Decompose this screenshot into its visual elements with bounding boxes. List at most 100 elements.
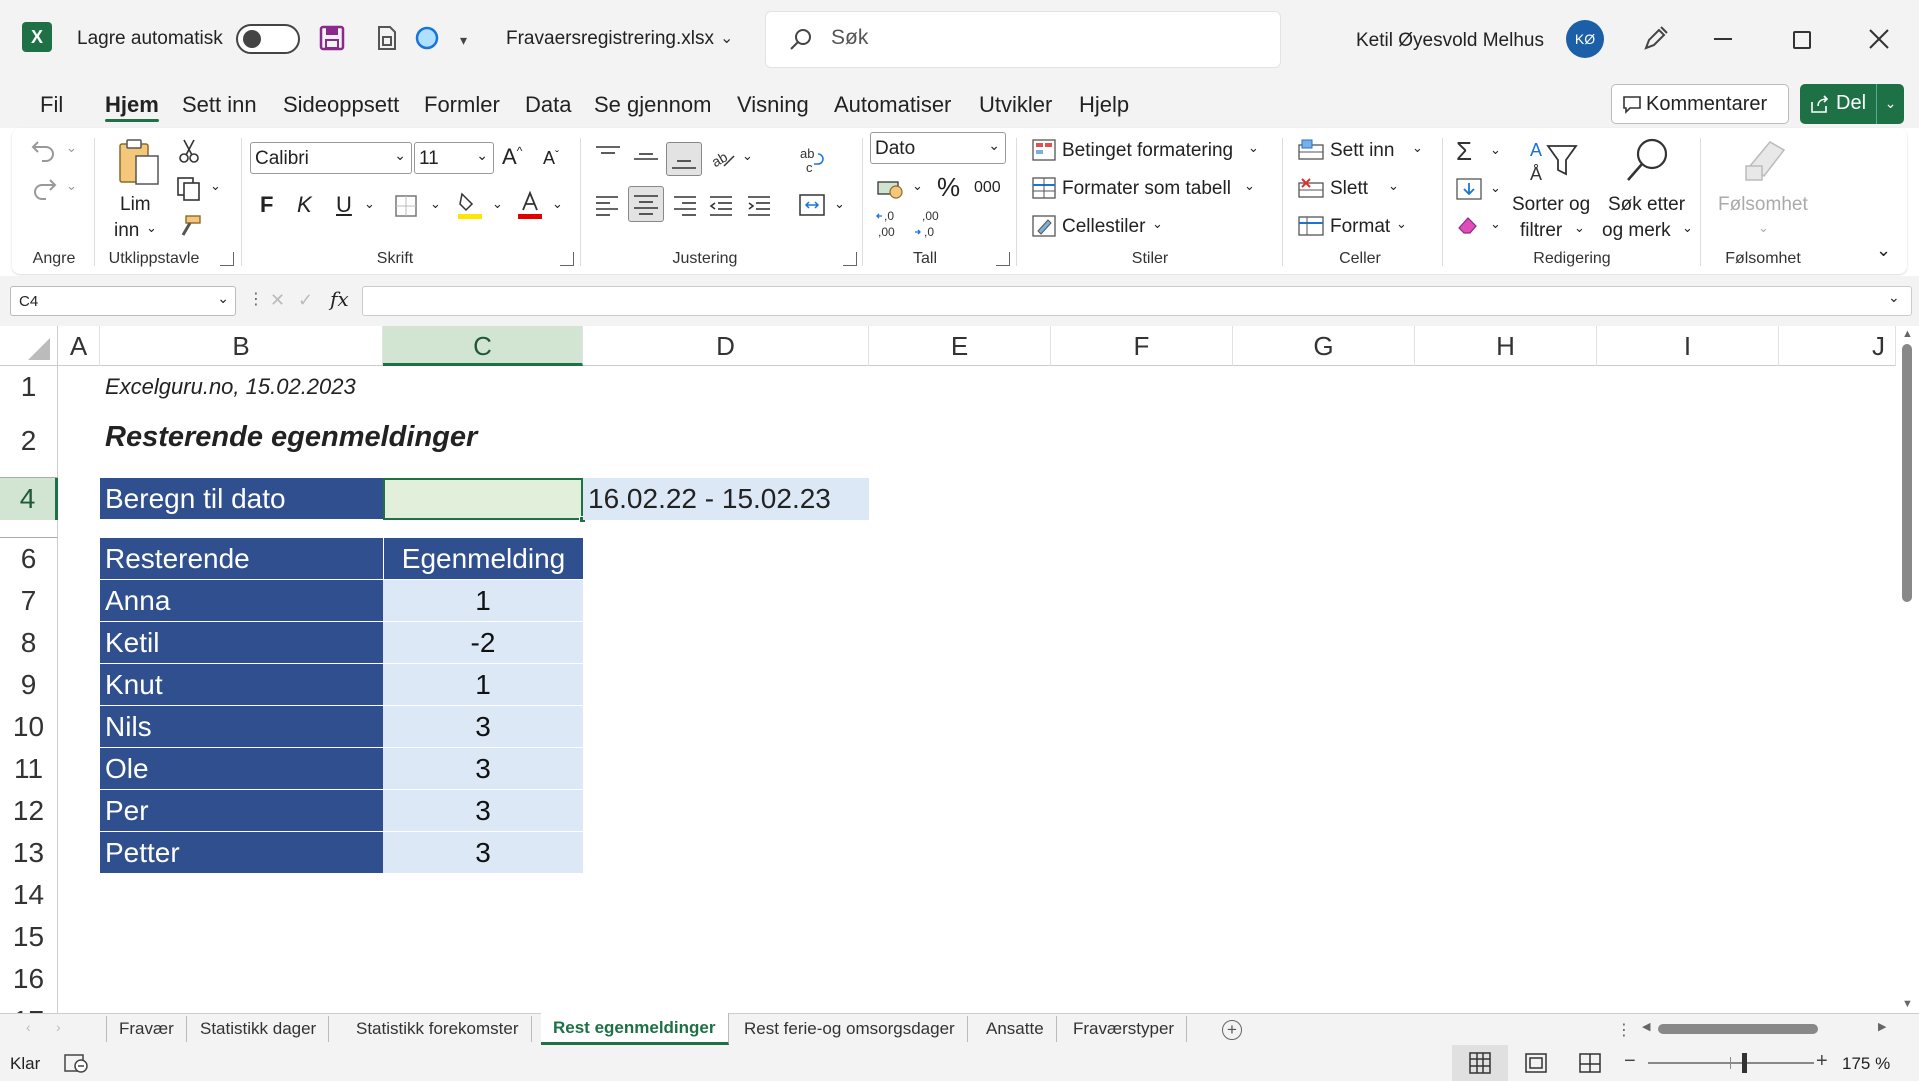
row-header-2[interactable]: 2 — [0, 408, 58, 460]
tab-visning[interactable]: Visning — [737, 92, 809, 118]
table-row-value[interactable]: 1 — [383, 664, 583, 706]
increase-decimal-icon[interactable]: ,0,00 — [876, 208, 904, 240]
row-header-10[interactable]: 10 — [0, 706, 58, 748]
share-button[interactable]: Del ⌄ — [1800, 84, 1904, 124]
borders-chevron-icon[interactable]: ⌄ — [430, 196, 441, 212]
page-layout-view-icon[interactable] — [1524, 1052, 1548, 1074]
conditional-formatting-button[interactable]: Betinget formatering ⌄ — [1030, 136, 1268, 166]
collapse-ribbon-icon[interactable]: ⌄ — [1876, 240, 1891, 261]
row-header-8[interactable]: 8 — [0, 622, 58, 664]
comments-button[interactable]: Kommentarer — [1611, 84, 1789, 124]
prev-sheet-icon[interactable]: ‹ — [26, 1019, 31, 1035]
column-header-c[interactable]: C — [383, 326, 583, 366]
cut-icon[interactable] — [178, 138, 200, 164]
column-header-d[interactable]: D — [583, 326, 869, 366]
tab-fil[interactable]: Fil — [40, 92, 63, 118]
clipboard-launcher-icon[interactable] — [220, 252, 234, 266]
sheet-tab-rest-egenmeldinger[interactable]: Rest egenmeldinger — [541, 1013, 729, 1045]
tab-formler[interactable]: Formler — [424, 92, 500, 118]
tab-utvikler[interactable]: Utvikler — [979, 92, 1052, 118]
close-icon[interactable] — [1868, 28, 1890, 50]
search-box[interactable]: Søk — [765, 11, 1281, 68]
horizontal-scrollbar[interactable]: ◀ ▶ — [1638, 1020, 1896, 1038]
font-color-chevron-icon[interactable]: ⌄ — [552, 196, 563, 212]
paste-icon[interactable] — [116, 138, 162, 188]
table-row-name[interactable]: Petter — [100, 832, 383, 874]
save-icon[interactable] — [318, 24, 346, 52]
row-header-4[interactable]: 4 — [0, 478, 58, 520]
expand-formula-chevron-icon[interactable]: ⌄ — [1888, 289, 1900, 306]
format-cells-button[interactable]: Format ⌄ — [1296, 212, 1428, 242]
row-header-11[interactable]: 11 — [0, 748, 58, 790]
undo-icon[interactable] — [30, 138, 58, 164]
autosum-chevron-icon[interactable]: ⌄ — [1490, 142, 1501, 158]
insert-cells-button[interactable]: Sett inn ⌄ — [1296, 136, 1428, 166]
row-header-9[interactable]: 9 — [0, 664, 58, 706]
tab-data[interactable]: Data — [525, 92, 571, 118]
tab-hjelp[interactable]: Hjelp — [1079, 92, 1129, 118]
copy-chevron-icon[interactable]: ⌄ — [210, 178, 221, 194]
pen-icon[interactable] — [1640, 24, 1670, 54]
copy-icon[interactable] — [176, 176, 202, 202]
fill-color-icon[interactable] — [456, 190, 484, 220]
find-select-icon[interactable] — [1622, 136, 1672, 186]
zoom-slider-thumb[interactable] — [1742, 1053, 1747, 1073]
row-header-3[interactable] — [0, 460, 58, 478]
maximize-icon[interactable] — [1793, 31, 1811, 49]
clear-icon[interactable] — [1456, 214, 1482, 236]
sort-filter-label-1[interactable]: Sorter og — [1512, 194, 1590, 216]
tab-automatiser[interactable]: Automatiser — [834, 92, 951, 118]
bold-button[interactable]: F — [260, 192, 273, 218]
merge-chevron-icon[interactable]: ⌄ — [834, 196, 845, 212]
borders-icon[interactable] — [394, 194, 418, 218]
table-row-name[interactable]: Ole — [100, 748, 383, 790]
table-row-value[interactable]: 3 — [383, 706, 583, 748]
avatar[interactable]: KØ — [1566, 20, 1604, 58]
decrease-font-icon[interactable]: Aˇ — [543, 148, 559, 169]
undo-chevron-icon[interactable]: ⌄ — [66, 140, 77, 156]
next-sheet-icon[interactable]: › — [56, 1019, 61, 1035]
table-row-name[interactable]: Anna — [100, 580, 383, 622]
scroll-down-icon[interactable]: ▼ — [1902, 998, 1913, 1010]
zoom-out-icon[interactable]: − — [1624, 1050, 1636, 1073]
align-left-icon[interactable] — [594, 194, 620, 216]
minimize-icon[interactable] — [1714, 38, 1732, 40]
horizontal-scroll-thumb[interactable] — [1658, 1024, 1818, 1034]
tab-sett-inn[interactable]: Sett inn — [182, 92, 257, 118]
tab-sideoppsett[interactable]: Sideoppsett — [283, 92, 399, 118]
circle-icon[interactable] — [413, 24, 441, 52]
accessibility-icon[interactable] — [64, 1052, 90, 1074]
vertical-scrollbar[interactable]: ▲ ▼ — [1896, 326, 1919, 1013]
formula-input[interactable] — [362, 286, 1912, 316]
accounting-format-icon[interactable] — [876, 176, 906, 200]
sort-filter-icon[interactable]: AÅ — [1528, 138, 1580, 184]
increase-indent-icon[interactable] — [746, 194, 772, 216]
decrease-decimal-icon[interactable]: ,00,0 — [914, 208, 942, 240]
add-sheet-icon[interactable]: + — [1222, 1020, 1242, 1040]
sensitivity-chevron-icon[interactable]: ⌄ — [1758, 220, 1769, 236]
table-row-value[interactable]: 3 — [383, 832, 583, 874]
table-row-name[interactable]: Ketil — [100, 622, 383, 664]
align-top-icon[interactable] — [594, 144, 622, 168]
increase-font-icon[interactable]: A^ — [502, 144, 522, 170]
column-header-j[interactable]: J — [1779, 326, 1896, 366]
fill-color-chevron-icon[interactable]: ⌄ — [492, 196, 503, 212]
row-header-15[interactable]: 15 — [0, 916, 58, 958]
font-name-select[interactable]: Calibri ⌄ — [250, 142, 412, 174]
paste-chevron-icon[interactable]: ⌄ — [146, 220, 157, 236]
cell-c4-selected[interactable] — [383, 478, 583, 520]
accounting-chevron-icon[interactable]: ⌄ — [912, 178, 923, 194]
sensitivity-button-label[interactable]: Følsomhet — [1718, 194, 1808, 216]
sheet-tab-statistikk-forekomster[interactable]: Statistikk forekomster — [344, 1016, 532, 1042]
fill-chevron-icon[interactable]: ⌄ — [1490, 180, 1501, 196]
sheet-tab-fravaer[interactable]: Fravær — [106, 1016, 187, 1042]
sort-filter-chevron-icon[interactable]: ⌄ — [1574, 220, 1585, 236]
merge-center-icon[interactable] — [798, 192, 826, 218]
table-row-value[interactable]: 1 — [383, 580, 583, 622]
zoom-level[interactable]: 175 % — [1842, 1054, 1890, 1074]
vertical-scroll-thumb[interactable] — [1902, 344, 1912, 602]
table-header-value[interactable]: Egenmelding — [383, 538, 583, 580]
row-header-5[interactable] — [0, 520, 58, 538]
customize-qat-icon[interactable]: ▾ — [460, 32, 467, 49]
formula-bar-dots-icon[interactable]: ⋮ — [248, 289, 264, 309]
